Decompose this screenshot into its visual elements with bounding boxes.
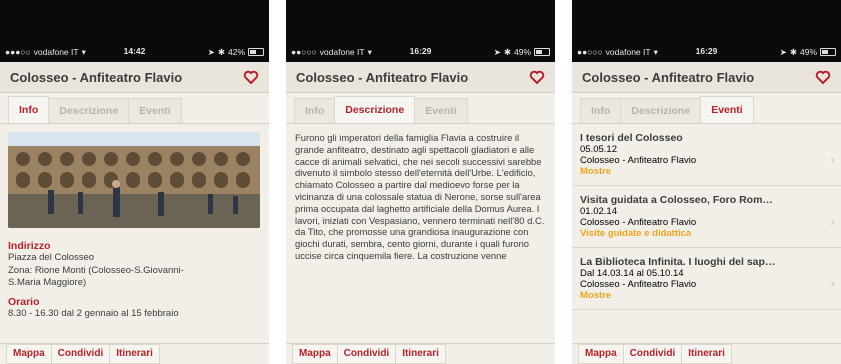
- wifi-icon: ▾: [367, 46, 372, 57]
- event-date: Dal 14.03.14 al 05.10.14: [580, 268, 684, 279]
- tab-info[interactable]: Info: [294, 98, 336, 123]
- address-line-2: Zona: Rione Monti (Colosseo-S.Giovanni-: [8, 264, 184, 276]
- address-label: Indirizzo: [8, 240, 51, 252]
- chevron-right-icon: ›: [830, 214, 835, 229]
- share-button[interactable]: Condividi: [336, 344, 397, 364]
- colosseum-image: [8, 132, 260, 228]
- events-list: I tesori del Colosseo 05.05.12 Colosseo …: [572, 124, 841, 310]
- nav-bar: Colosseo - Anfiteatro Flavio: [572, 62, 841, 93]
- page-title: Colosseo - Anfiteatro Flavio: [582, 69, 755, 85]
- event-place: Colosseo - Anfiteatro Flavio: [580, 279, 697, 290]
- status-bar: ●●○○○ vodafone IT ▾ 16:29 ➤ ✱ 49%: [286, 0, 555, 62]
- bluetooth-icon: ✱: [217, 46, 225, 57]
- bottom-toolbar: Mappa Condividi Itinerari: [572, 343, 841, 364]
- event-title: I tesori del Colosseo: [580, 132, 683, 144]
- itineraries-button[interactable]: Itinerari: [109, 344, 160, 364]
- share-button[interactable]: Condividi: [50, 344, 111, 364]
- tab-descrizione[interactable]: Descrizione: [48, 98, 130, 123]
- bottom-toolbar: Mappa Condividi Itinerari: [0, 343, 269, 364]
- event-place: Colosseo - Anfiteatro Flavio: [580, 217, 697, 228]
- map-button[interactable]: Mappa: [6, 344, 52, 364]
- hours-line: 8.30 - 16.30 dal 2 gennaio al 15 febbrai…: [8, 307, 179, 319]
- list-item[interactable]: Visita guidata a Colosseo, Foro Rom… 01.…: [572, 186, 841, 248]
- itineraries-button[interactable]: Itinerari: [681, 344, 732, 364]
- event-category: Mostre: [580, 166, 612, 177]
- carrier-label: vodafone IT: [33, 47, 79, 57]
- tab-eventi[interactable]: Eventi: [700, 96, 754, 123]
- wifi-icon: ▾: [81, 46, 86, 57]
- battery-percent: 49%: [513, 47, 531, 57]
- chevron-right-icon: ›: [830, 276, 835, 291]
- screen-info: ●●●○○ vodafone IT ▾ 14:42 ➤ ✱ 42% Coloss…: [0, 0, 269, 364]
- map-button[interactable]: Mappa: [578, 344, 624, 364]
- tab-eventi[interactable]: Eventi: [414, 98, 468, 123]
- page-title: Colosseo - Anfiteatro Flavio: [296, 69, 469, 85]
- event-date: 01.02.14: [580, 206, 617, 217]
- tab-info[interactable]: Info: [8, 96, 50, 123]
- event-category: Mostre: [580, 290, 612, 301]
- battery-percent: 49%: [799, 47, 817, 57]
- carrier-label: vodafone IT: [605, 47, 651, 57]
- address-line-1: Piazza del Colosseo: [8, 252, 95, 263]
- signal-icon: ●●●○○: [5, 47, 31, 57]
- tab-descrizione[interactable]: Descrizione: [334, 96, 416, 123]
- event-title: Visita guidata a Colosseo, Foro Rom…: [580, 194, 773, 206]
- list-item[interactable]: I tesori del Colosseo 05.05.12 Colosseo …: [572, 124, 841, 186]
- favorite-heart-icon[interactable]: [529, 70, 545, 84]
- share-button[interactable]: Condividi: [622, 344, 683, 364]
- bluetooth-icon: ✱: [789, 46, 797, 57]
- clock: 16:29: [695, 46, 718, 56]
- page-title: Colosseo - Anfiteatro Flavio: [10, 69, 183, 85]
- location-icon: ➤: [207, 46, 215, 57]
- battery-icon: [820, 48, 836, 56]
- event-title: La Biblioteca Infinita. I luoghi del sap…: [580, 256, 776, 268]
- tab-eventi[interactable]: Eventi: [128, 98, 182, 123]
- hours-label: Orario: [8, 295, 40, 308]
- wifi-icon: ▾: [653, 46, 658, 57]
- signal-icon: ●●○○○: [291, 47, 317, 57]
- bluetooth-icon: ✱: [503, 46, 511, 57]
- battery-icon: [534, 48, 550, 56]
- tab-descrizione[interactable]: Descrizione: [620, 98, 702, 123]
- screen-eventi: ●●○○○ vodafone IT ▾ 16:29 ➤ ✱ 49% Coloss…: [572, 0, 841, 364]
- location-icon: ➤: [779, 46, 787, 57]
- address-line-3: S.Maria Maggiore): [8, 277, 87, 288]
- favorite-heart-icon[interactable]: [815, 70, 831, 84]
- battery-percent: 42%: [227, 47, 245, 57]
- event-date: 05.05.12: [580, 144, 617, 155]
- itineraries-button[interactable]: Itinerari: [395, 344, 446, 364]
- status-bar: ●●○○○ vodafone IT ▾ 16:29 ➤ ✱ 49%: [572, 0, 841, 62]
- location-icon: ➤: [493, 46, 501, 57]
- nav-bar: Colosseo - Anfiteatro Flavio: [286, 62, 555, 93]
- tab-bar: Info Descrizione Eventi: [572, 93, 841, 124]
- chevron-right-icon: ›: [830, 152, 835, 167]
- list-item[interactable]: La Biblioteca Infinita. I luoghi del sap…: [572, 248, 841, 310]
- event-place: Colosseo - Anfiteatro Flavio: [580, 155, 697, 166]
- clock: 16:29: [409, 46, 432, 56]
- event-category: Visite guidate e didattica: [580, 228, 692, 239]
- description-text: Furono gli imperatori della famiglia Fla…: [295, 132, 545, 261]
- nav-bar: Colosseo - Anfiteatro Flavio: [0, 62, 269, 93]
- carrier-label: vodafone IT: [319, 47, 365, 57]
- tab-info[interactable]: Info: [580, 98, 622, 123]
- favorite-heart-icon[interactable]: [243, 70, 259, 84]
- info-content: Indirizzo Piazza del Colosseo Zona: Rion…: [0, 124, 269, 328]
- clock: 14:42: [123, 46, 146, 56]
- status-bar: ●●●○○ vodafone IT ▾ 14:42 ➤ ✱ 42%: [0, 0, 269, 62]
- screen-descrizione: ●●○○○ vodafone IT ▾ 16:29 ➤ ✱ 49% Coloss…: [286, 0, 555, 364]
- battery-icon: [248, 48, 264, 56]
- signal-icon: ●●○○○: [577, 47, 603, 57]
- bottom-toolbar: Mappa Condividi Itinerari: [286, 343, 555, 364]
- colosseum-photo: [8, 132, 260, 228]
- tab-bar: Info Descrizione Eventi: [286, 93, 555, 124]
- tab-bar: Info Descrizione Eventi: [0, 93, 269, 124]
- map-button[interactable]: Mappa: [292, 344, 338, 364]
